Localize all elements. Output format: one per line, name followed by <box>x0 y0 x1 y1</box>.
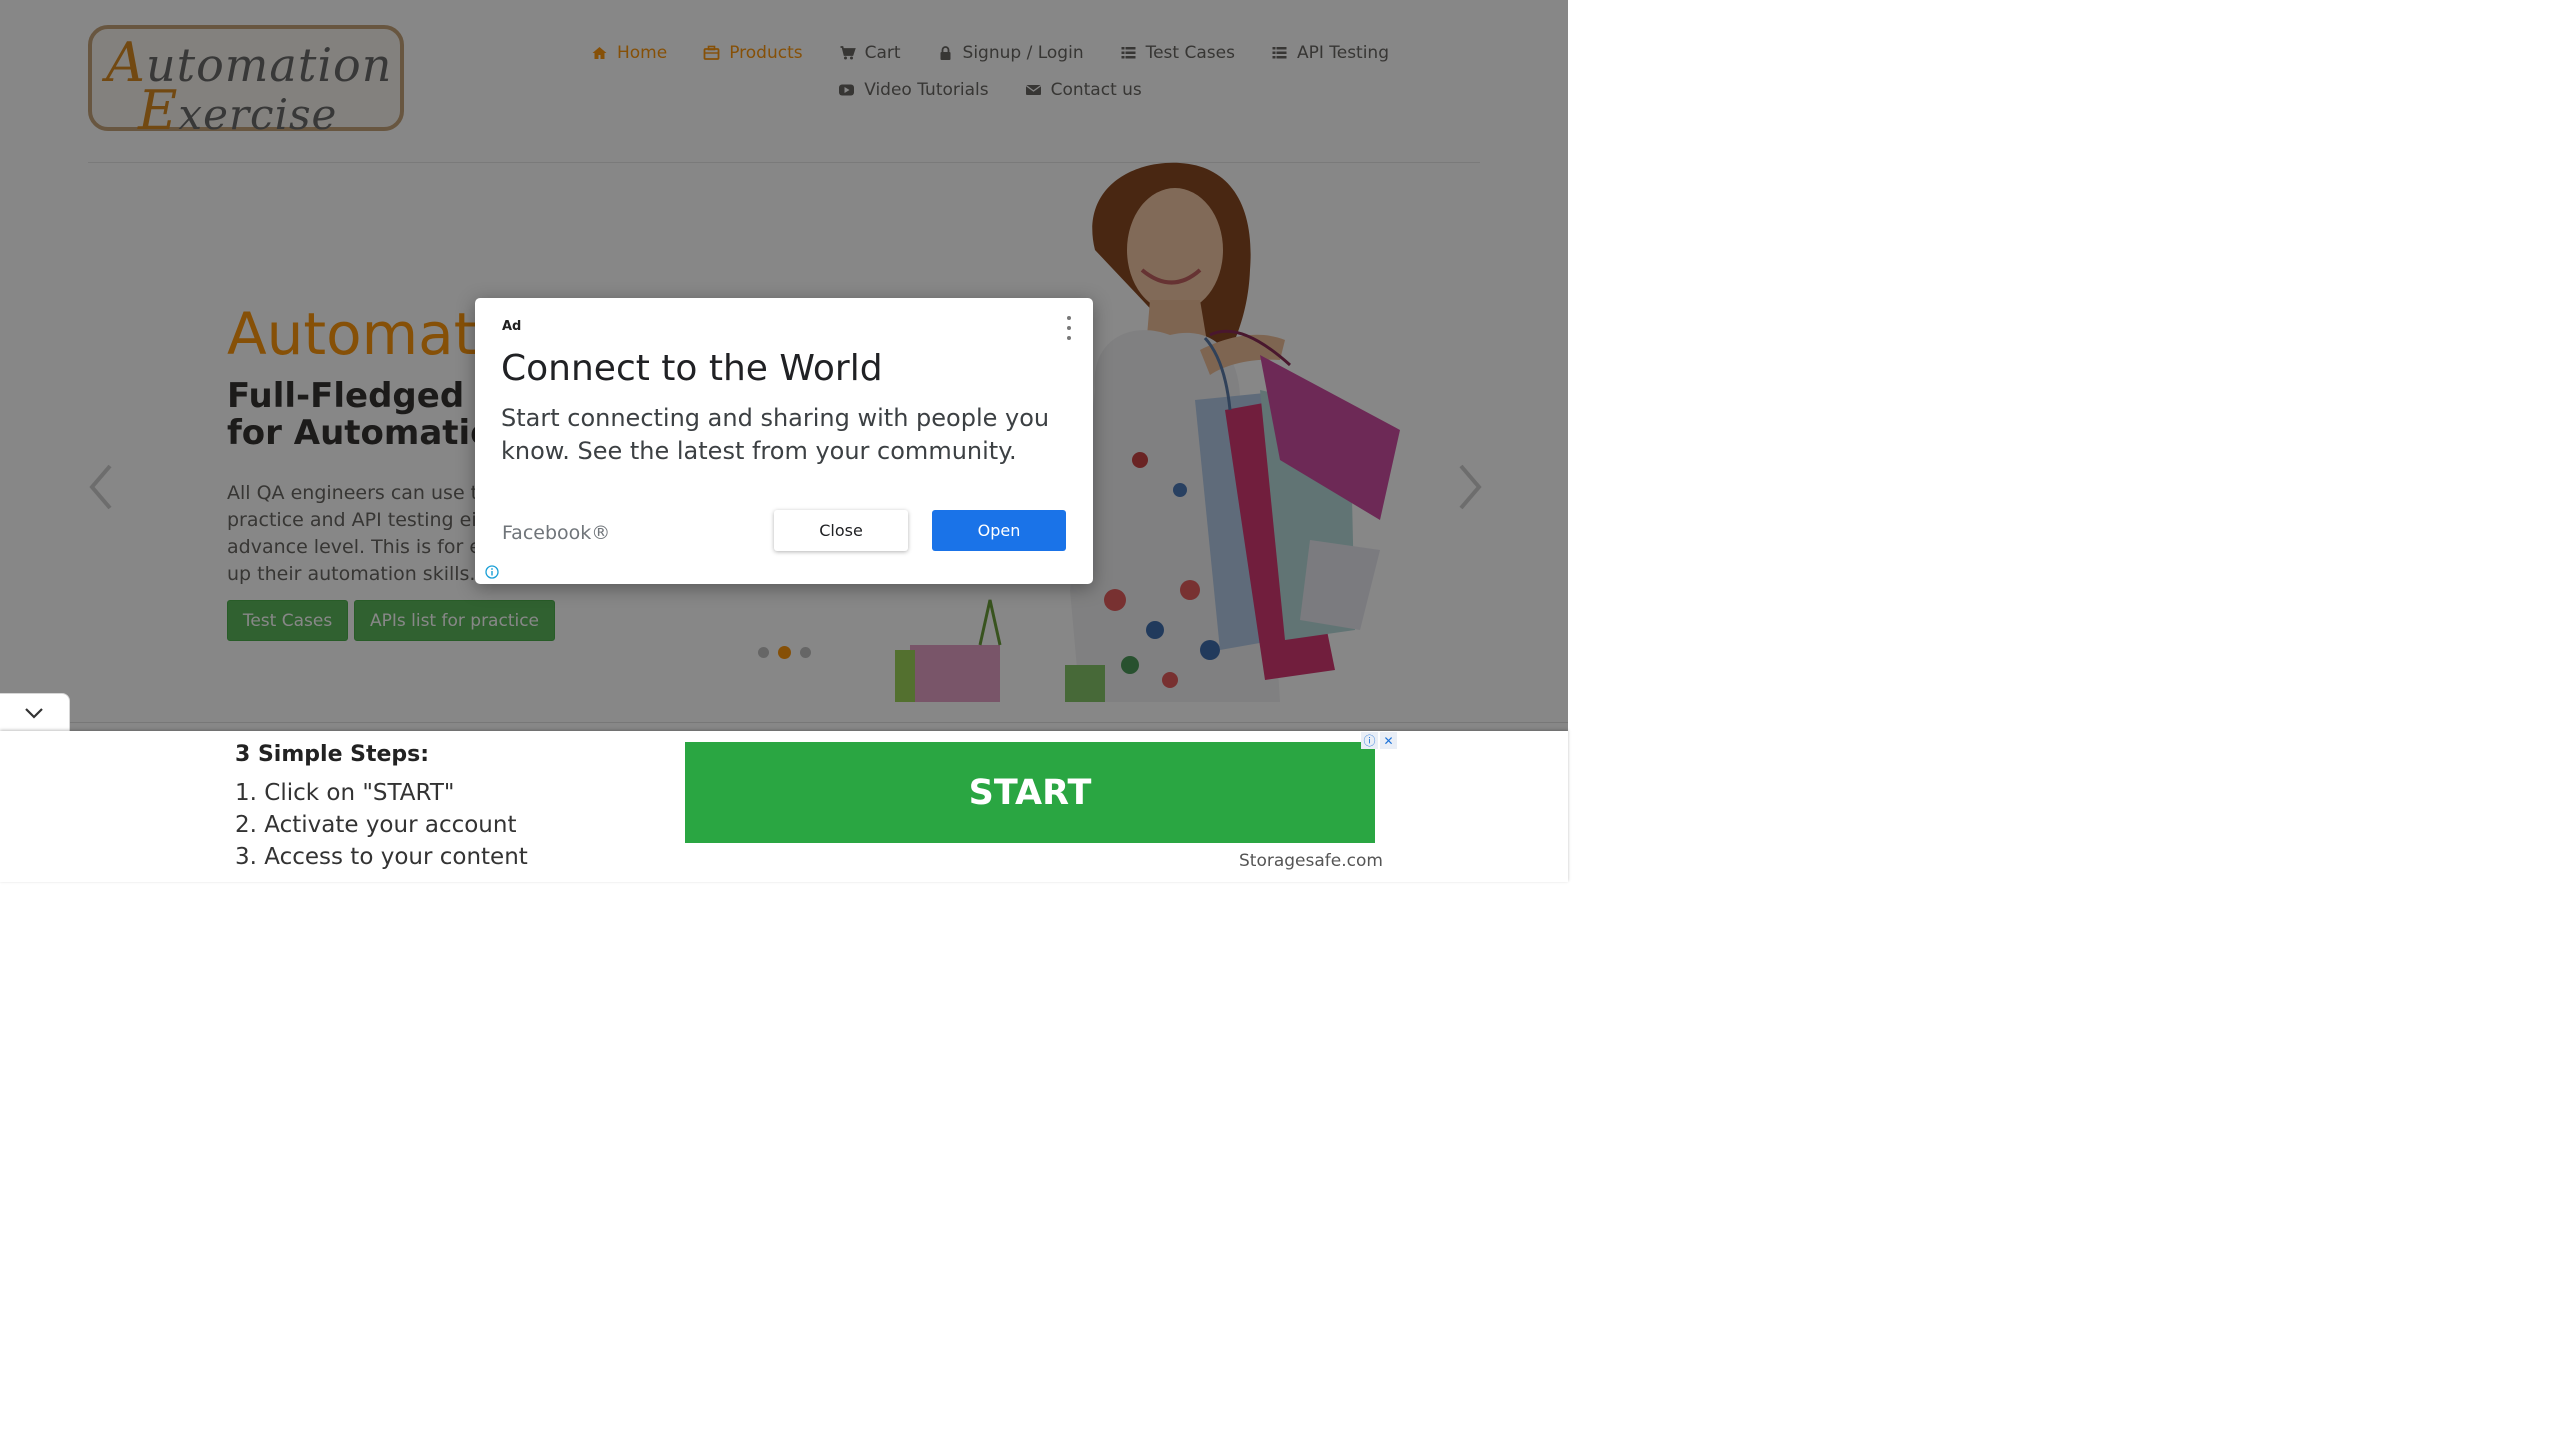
ad-label: Ad <box>502 319 522 334</box>
ad-open-button[interactable]: Open <box>932 510 1066 551</box>
ad-steps-title: 3 Simple Steps: <box>235 742 430 767</box>
ad-title: Connect to the World <box>501 348 883 389</box>
adchoices-badge[interactable]: ⓘ ✕ <box>1361 732 1399 749</box>
more-options-icon[interactable] <box>1065 316 1073 340</box>
close-icon[interactable]: ✕ <box>1380 732 1397 749</box>
ad-step: 2. Activate your account <box>235 812 517 838</box>
info-icon[interactable]: ⓘ <box>1361 732 1378 749</box>
interstitial-ad-dialog: Ad Connect to the World Start connecting… <box>475 298 1093 584</box>
info-icon[interactable] <box>485 565 499 579</box>
ad-source-link[interactable]: Storagesafe.com <box>1239 851 1383 871</box>
ad-start-button[interactable]: START <box>685 742 1375 843</box>
ad-collapse-tab[interactable] <box>0 693 70 731</box>
ad-step: 1. Click on "START" <box>235 780 455 806</box>
ad-close-button[interactable]: Close <box>774 510 908 551</box>
ad-step: 3. Access to your content <box>235 844 528 870</box>
ad-body: Start connecting and sharing with people… <box>501 404 1050 465</box>
ad-brand: Facebook® <box>502 522 611 544</box>
chevron-down-icon <box>25 708 43 719</box>
